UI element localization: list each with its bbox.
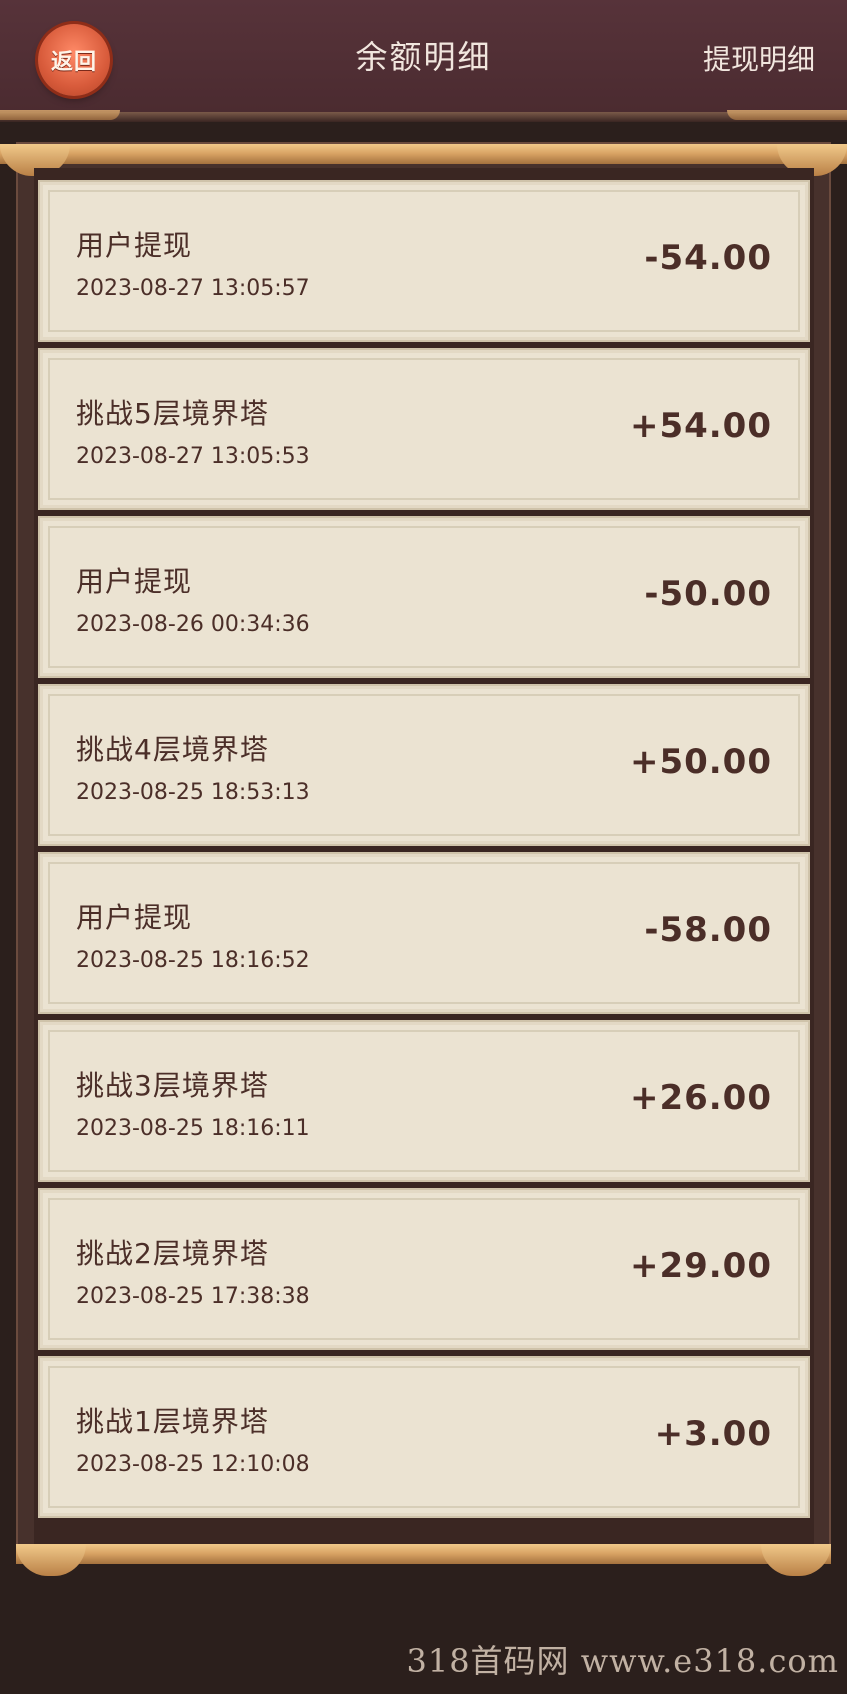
frame-bottom-gold-border [16,1544,831,1564]
record-amount: +29.00 [629,1246,772,1286]
record-amount: -58.00 [644,910,772,950]
withdraw-details-link[interactable]: 提现明细 [703,38,815,78]
record-item: 挑战3层境界塔 2023-08-25 18:16:11 +26.00 [40,1022,808,1180]
frame-bottom-left-ornament [16,1544,86,1576]
record-amount: +26.00 [629,1078,772,1118]
record-title: 用户提现 [76,565,193,598]
record-amount: +3.00 [654,1414,772,1454]
record-title: 用户提现 [76,901,193,934]
header-divider [0,112,847,122]
record-title: 挑战3层境界塔 [76,1069,269,1102]
record-time: 2023-08-27 13:05:57 [76,276,310,301]
record-amount: -50.00 [644,574,772,614]
record-item: 用户提现 2023-08-25 18:16:52 -58.00 [40,854,808,1012]
record-time: 2023-08-25 18:53:13 [76,780,310,805]
record-item: 挑战4层境界塔 2023-08-25 18:53:13 +50.00 [40,686,808,844]
record-time: 2023-08-27 13:05:53 [76,444,310,469]
record-time: 2023-08-25 12:10:08 [76,1452,310,1477]
record-time: 2023-08-25 18:16:11 [76,1116,310,1141]
record-title: 挑战5层境界塔 [76,397,269,430]
top-bar: 返回 余额明细 提现明细 [0,0,847,112]
records-list[interactable]: 用户提现 2023-08-27 13:05:57 -54.00 挑战5层境界塔 … [40,182,808,1526]
record-amount: +54.00 [629,406,772,446]
record-item: 挑战2层境界塔 2023-08-25 17:38:38 +29.00 [40,1190,808,1348]
record-title: 挑战4层境界塔 [76,733,269,766]
record-item: 用户提现 2023-08-27 13:05:57 -54.00 [40,182,808,340]
record-time: 2023-08-25 17:38:38 [76,1284,310,1309]
record-title: 挑战1层境界塔 [76,1405,269,1438]
record-time: 2023-08-26 00:34:36 [76,612,310,637]
record-item: 挑战5层境界塔 2023-08-27 13:05:53 +54.00 [40,350,808,508]
frame-top-gold-border [0,144,847,164]
frame-bottom-right-ornament [761,1544,831,1576]
record-item: 用户提现 2023-08-26 00:34:36 -50.00 [40,518,808,676]
record-amount: +50.00 [629,742,772,782]
record-item: 挑战1层境界塔 2023-08-25 12:10:08 +3.00 [40,1358,808,1516]
record-title: 用户提现 [76,229,193,262]
record-time: 2023-08-25 18:16:52 [76,948,310,973]
record-amount: -54.00 [644,238,772,278]
record-title: 挑战2层境界塔 [76,1237,269,1270]
watermark-text: 318首码网 www.e318.com [406,1642,839,1680]
header-ornament-left [0,110,120,120]
header-ornament-right [727,110,847,120]
